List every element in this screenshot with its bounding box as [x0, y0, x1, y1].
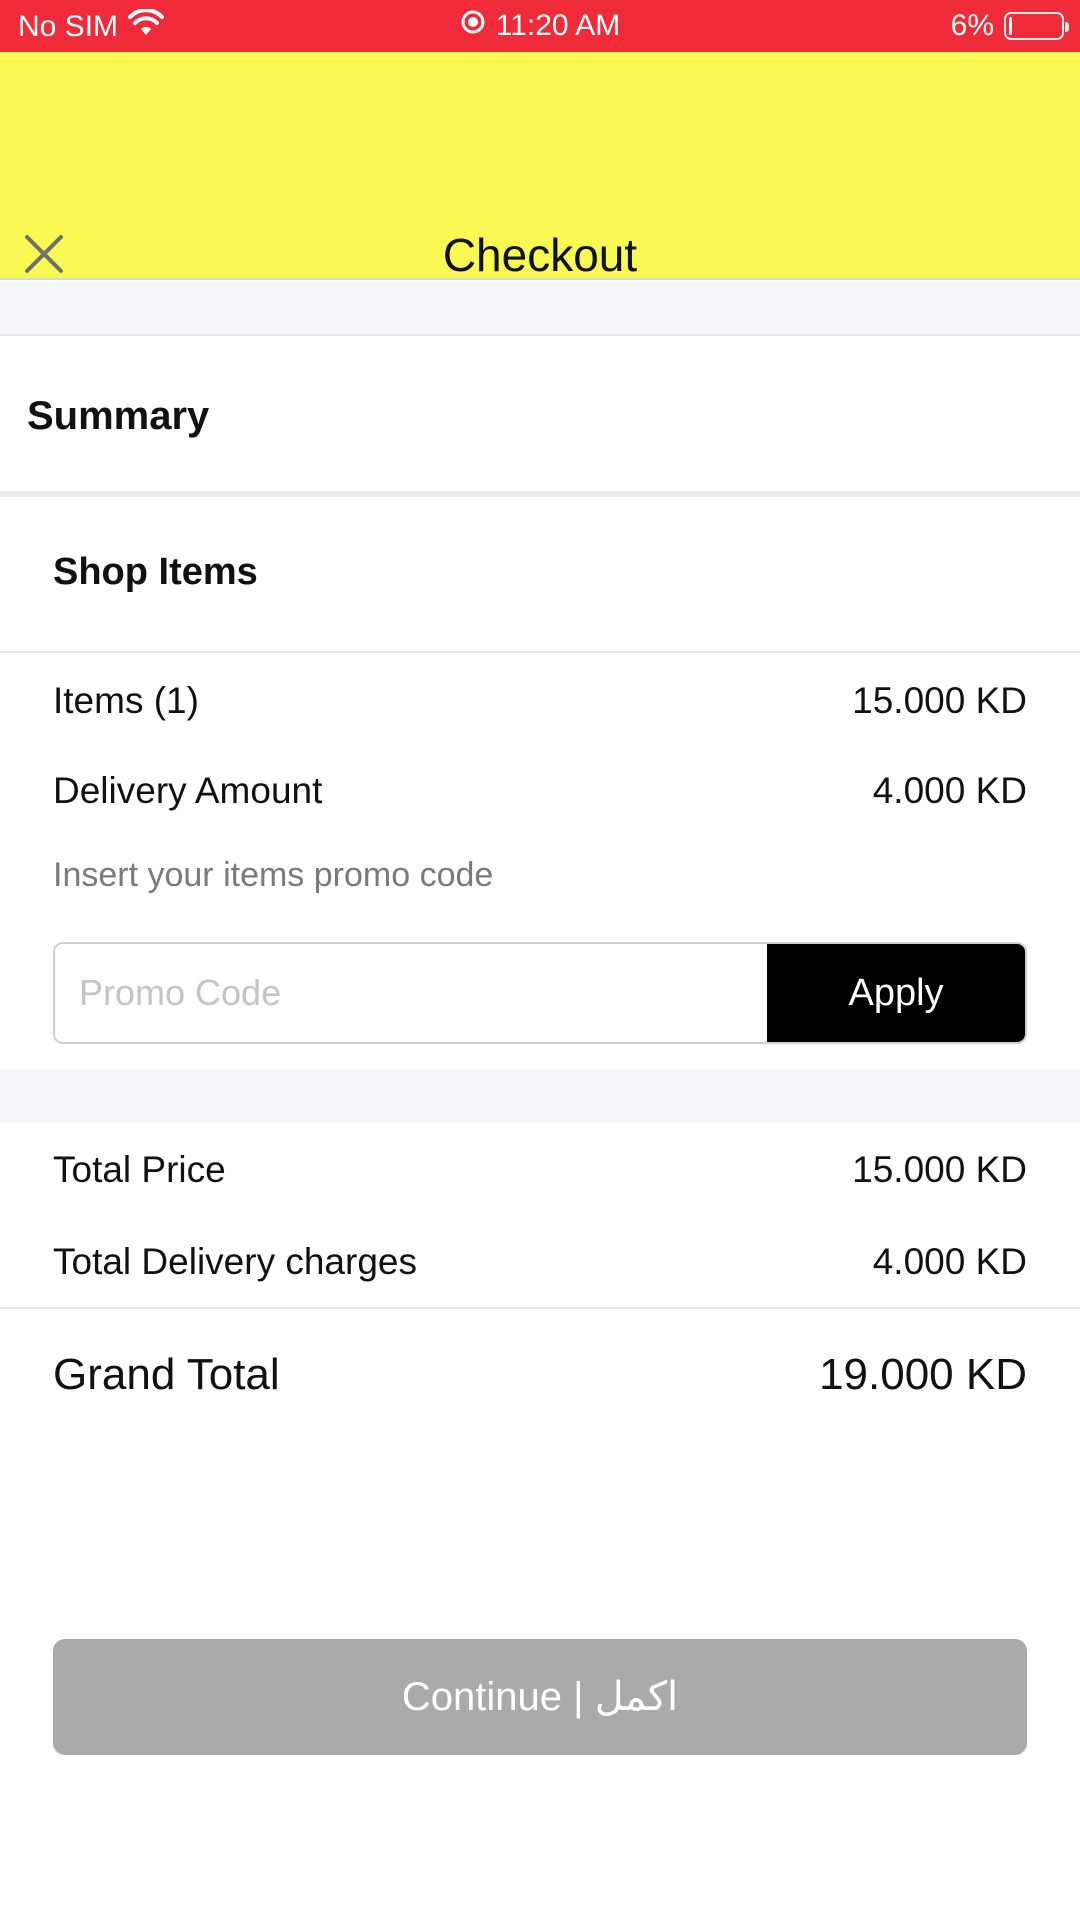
total-price-label: Total Price — [53, 1149, 226, 1190]
delivery-label: Delivery Amount — [53, 770, 323, 811]
continue-button[interactable]: Continue | اكمل — [53, 1639, 1027, 1755]
grand-total-divider — [0, 1307, 1080, 1309]
shop-items-heading: Shop Items — [53, 551, 258, 593]
promo-hint: Insert your items promo code — [53, 856, 494, 894]
nav-bar: Checkout — [0, 52, 1080, 281]
total-delivery-row: Total Delivery charges 4.000 KD — [53, 1241, 1027, 1283]
battery-icon — [1004, 12, 1069, 40]
total-delivery-label: Total Delivery charges — [53, 1241, 417, 1282]
status-center: 11:20 AM — [0, 9, 1080, 43]
items-row: Items (1) 15.000 KD — [53, 680, 1027, 722]
grand-total-row: Grand Total 19.000 KD — [53, 1350, 1027, 1400]
grand-total-value: 19.000 KD — [819, 1350, 1027, 1399]
items-value: 15.000 KD — [852, 680, 1027, 721]
status-right: 6% — [950, 9, 1069, 43]
summary-heading: Summary — [27, 394, 210, 438]
page-title: Checkout — [442, 229, 638, 281]
summary-divider — [0, 491, 1080, 497]
total-price-row: Total Price 15.000 KD — [53, 1149, 1027, 1191]
totals-spacer-band — [0, 1070, 1080, 1122]
location-icon — [460, 9, 486, 43]
shop-items-divider — [0, 651, 1080, 653]
total-price-value: 15.000 KD — [852, 1149, 1027, 1190]
top-spacer-band — [0, 282, 1080, 336]
delivery-value: 4.000 KD — [872, 770, 1027, 811]
delivery-row: Delivery Amount 4.000 KD — [53, 770, 1027, 812]
grand-total-label: Grand Total — [53, 1350, 280, 1399]
status-bar: No SIM 11:20 AM 6% — [0, 0, 1080, 52]
battery-percent: 6% — [950, 9, 994, 42]
battery-level-fill — [1009, 17, 1012, 35]
promo-code-input[interactable] — [55, 944, 767, 1042]
promo-code-group: Apply — [53, 942, 1027, 1044]
apply-button[interactable]: Apply — [767, 944, 1025, 1042]
total-delivery-value: 4.000 KD — [872, 1241, 1027, 1282]
items-label: Items (1) — [53, 680, 199, 721]
clock-time: 11:20 AM — [495, 9, 621, 42]
